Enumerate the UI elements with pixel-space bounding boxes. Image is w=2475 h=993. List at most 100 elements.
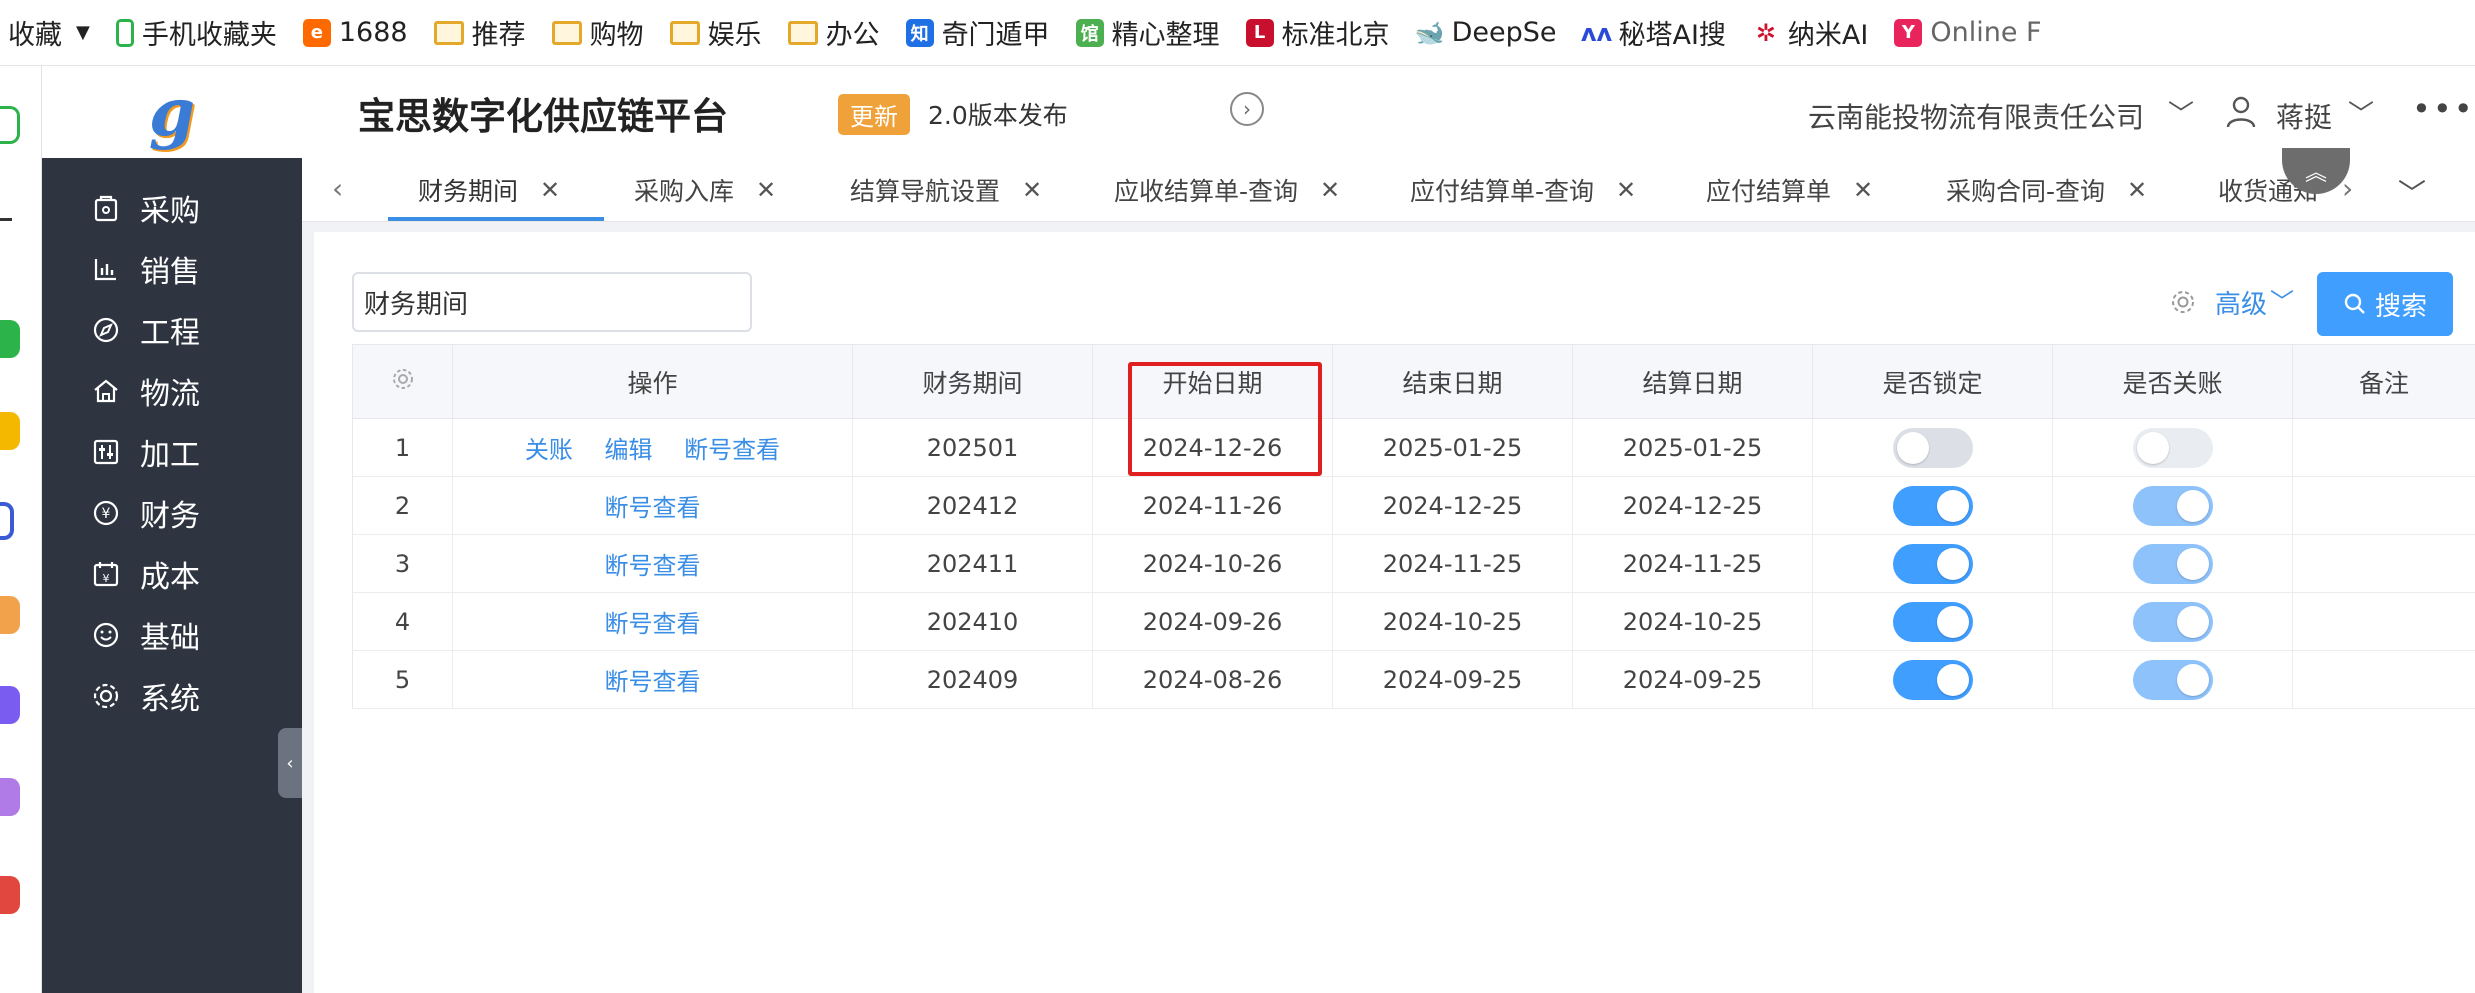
bookmark-folder-entertainment[interactable]: 娱乐	[669, 13, 762, 52]
view-gap-numbers-link[interactable]: 断号查看	[605, 494, 701, 522]
bookmark-phone[interactable]: 手机收藏夹	[115, 13, 277, 52]
search-button[interactable]: 搜索	[2317, 272, 2453, 336]
sidebar-item-purchase[interactable]: 采购	[42, 178, 302, 238]
sidebar-item-logistics[interactable]: 物流	[42, 361, 302, 421]
sidebar-item-processing[interactable]: 加工	[42, 422, 302, 482]
bookmark-online[interactable]: Y Online F	[1894, 17, 2042, 48]
bookmark-deepseek[interactable]: 🐋 DeepSe	[1415, 17, 1557, 48]
sidebar-item-engineering[interactable]: 工程	[42, 300, 302, 360]
column-settings-header[interactable]	[352, 344, 453, 419]
view-gap-numbers-link[interactable]: 断号查看	[605, 668, 701, 696]
user-icon[interactable]	[2226, 96, 2256, 128]
bookmark-nami[interactable]: ✲ 纳米AI	[1751, 13, 1868, 52]
bookmark-jingxin[interactable]: 馆 精心整理	[1075, 13, 1220, 52]
chevron-right-circle-icon[interactable]: ›	[1230, 92, 1264, 126]
update-badge[interactable]: 更新	[838, 94, 910, 135]
row-actions: 断号查看	[452, 476, 853, 535]
view-gap-numbers-link[interactable]: 断号查看	[684, 436, 780, 464]
close-icon[interactable]: ✕	[540, 176, 560, 204]
tab-purchase-inbound[interactable]: 采购入库 ✕	[634, 158, 776, 221]
active-tab-indicator	[388, 217, 604, 221]
chevron-down-icon[interactable]: ﹀	[2270, 282, 2294, 317]
view-gap-numbers-link[interactable]: 断号查看	[605, 552, 701, 580]
column-header[interactable]: 操作	[452, 344, 853, 419]
close-icon[interactable]: ✕	[1320, 176, 1340, 204]
view-gap-numbers-link[interactable]: 断号查看	[605, 610, 701, 638]
sidebar-item-label: 基础	[140, 621, 200, 656]
advanced-search-toggle[interactable]: 高级	[2215, 284, 2267, 321]
sidebar-item-basic[interactable]: 基础	[42, 605, 302, 665]
close-icon[interactable]: ✕	[1022, 176, 1042, 204]
column-header[interactable]: 是否锁定	[1812, 344, 2053, 419]
sidebar-item-sales[interactable]: 销售	[42, 239, 302, 299]
cell-end-date: 2024-12-25	[1332, 476, 1573, 535]
column-header[interactable]: 备注	[2292, 344, 2475, 419]
locked-switch[interactable]	[1892, 659, 1973, 700]
bookmark-favorites[interactable]: 收藏 ▼	[8, 13, 90, 52]
sidebar-item-label: 加工	[140, 438, 200, 473]
online-icon: Y	[1894, 18, 1923, 47]
bookmark-1688[interactable]: e 1688	[302, 17, 408, 48]
side-app-icon[interactable]	[0, 106, 20, 144]
sidebar-item-system[interactable]: 系统	[42, 666, 302, 726]
chevron-down-icon[interactable]: ﹀	[2398, 172, 2426, 212]
bookmark-folder-shopping[interactable]: 购物	[551, 13, 644, 52]
close-account-link[interactable]: 关账	[525, 436, 573, 464]
tab-receivable-settlement-query[interactable]: 应收结算单-查询 ✕	[1114, 158, 1340, 221]
tab-purchase-contract-query[interactable]: 采购合同-查询 ✕	[1946, 158, 2147, 221]
locked-switch[interactable]	[1892, 485, 1973, 526]
sidebar-item-cost[interactable]: ¥ 成本	[42, 544, 302, 604]
sidebar: 采购 销售 工程 物流 加工 ¥ 财务 ¥ 成本 基础 系统	[42, 158, 302, 993]
close-icon[interactable]: ✕	[1853, 176, 1873, 204]
table-row: 1 关账 编辑 断号查看 202501 2024-12-26 2025-01-2…	[352, 418, 2475, 477]
close-icon[interactable]: ✕	[756, 176, 776, 204]
tab-settlement-navigation[interactable]: 结算导航设置 ✕	[850, 158, 1042, 221]
close-icon[interactable]: ✕	[1616, 176, 1636, 204]
more-icon[interactable]: •••	[2412, 90, 2475, 128]
nami-icon: ✲	[1751, 18, 1780, 47]
tab-payable-settlement[interactable]: 应付结算单 ✕	[1706, 158, 1873, 221]
release-notice[interactable]: 2.0版本发布	[928, 96, 1068, 132]
cell-period: 202409	[852, 650, 1093, 709]
chevron-down-icon[interactable]: ﹀	[2348, 94, 2374, 131]
close-icon[interactable]: ✕	[2127, 176, 2147, 204]
side-app-icon[interactable]	[0, 596, 20, 634]
side-app-icon[interactable]	[0, 320, 20, 358]
sidebar-item-finance[interactable]: ¥ 财务	[42, 483, 302, 543]
bookmark-standard[interactable]: L 标准北京	[1245, 13, 1390, 52]
column-header[interactable]: 开始日期	[1092, 344, 1333, 419]
side-app-icon[interactable]	[0, 778, 20, 816]
svg-text:¥: ¥	[102, 506, 111, 522]
edit-link[interactable]: 编辑	[605, 436, 653, 464]
company-selector[interactable]: 云南能投物流有限责任公司	[1808, 96, 2144, 136]
side-app-icon[interactable]	[0, 686, 20, 724]
side-app-icon[interactable]	[0, 876, 20, 914]
bookmark-label: 精心整理	[1111, 20, 1220, 51]
bookmark-folder-office[interactable]: 办公	[787, 13, 880, 52]
locked-switch[interactable]	[1892, 427, 1973, 468]
column-header[interactable]: 是否关账	[2052, 344, 2293, 419]
side-app-icon[interactable]	[0, 502, 14, 540]
chevron-left-icon[interactable]: ‹	[332, 172, 343, 205]
sidebar-collapse-button[interactable]: ‹	[278, 728, 302, 798]
user-name[interactable]: 蒋挺	[2276, 96, 2332, 136]
locked-switch[interactable]	[1892, 601, 1973, 642]
chevron-down-icon[interactable]: ﹀	[2168, 94, 2194, 131]
tab-financial-period[interactable]: 财务期间 ✕	[418, 158, 560, 221]
column-header[interactable]: 财务期间	[852, 344, 1093, 419]
bookmark-folder-recommend[interactable]: 推荐	[433, 13, 526, 52]
search-input[interactable]	[352, 272, 752, 332]
gear-icon[interactable]	[2169, 288, 2197, 316]
sidebar-item-label: 销售	[140, 255, 200, 290]
column-header[interactable]: 结算日期	[1572, 344, 1813, 419]
locked-switch[interactable]	[1892, 543, 1973, 584]
side-app-icon[interactable]	[0, 412, 20, 450]
bookmark-metaso[interactable]: ʌʌ 秘塔AI搜	[1581, 13, 1726, 52]
tab-payable-settlement-query[interactable]: 应付结算单-查询 ✕	[1410, 158, 1636, 221]
tab-label: 采购入库	[634, 177, 735, 206]
bookmark-qimen[interactable]: 知 奇门遁甲	[905, 13, 1050, 52]
logo[interactable]: g	[42, 66, 302, 158]
gear-icon[interactable]	[391, 367, 415, 391]
cell-remark	[2292, 476, 2475, 535]
column-header[interactable]: 结束日期	[1332, 344, 1573, 419]
